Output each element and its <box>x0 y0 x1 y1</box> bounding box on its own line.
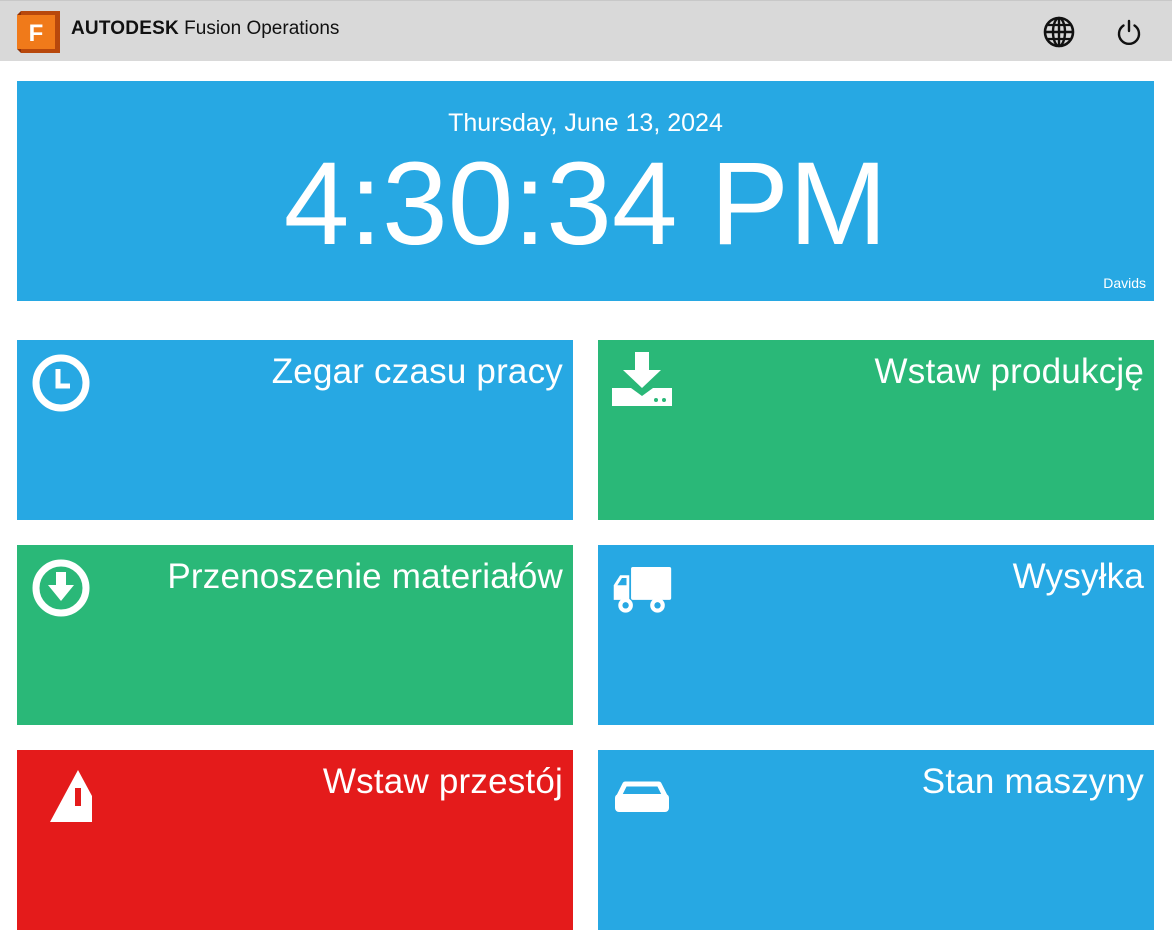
fusion-logo-icon: F <box>17 11 60 53</box>
logout-button[interactable] <box>1112 15 1146 49</box>
tile-label: Przenoszenie materiałów <box>167 557 563 596</box>
download-tray-icon <box>612 352 672 406</box>
brand-name: AUTODESK <box>71 18 179 39</box>
clock-icon <box>32 354 90 412</box>
tile-material-transfer[interactable]: Przenoszenie materiałów <box>17 545 573 725</box>
warning-icon <box>50 770 92 822</box>
app-title: AUTODESK Fusion Operations <box>71 18 339 40</box>
tile-label: Stan maszyny <box>921 762 1144 801</box>
user-name: Davids <box>1103 275 1146 291</box>
tile-insert-production[interactable]: Wstaw produkcję <box>598 340 1154 520</box>
tile-insert-downtime[interactable]: Wstaw przestój <box>17 750 573 930</box>
car-icon <box>615 781 669 812</box>
power-icon <box>1117 19 1141 46</box>
truck-icon <box>613 567 672 613</box>
top-bar: F AUTODESK Fusion Operations <box>0 0 1172 61</box>
tile-shipping[interactable]: Wysyłka <box>598 545 1154 725</box>
current-time: 4:30:34 PM <box>283 138 888 270</box>
arrow-down-circle-icon <box>32 559 90 617</box>
tile-time-clock[interactable]: Zegar czasu pracy <box>17 340 573 520</box>
current-date: Thursday, June 13, 2024 <box>448 109 723 137</box>
product-name: Fusion Operations <box>184 18 340 39</box>
globe-icon <box>1043 16 1075 48</box>
clock-panel: Thursday, June 13, 2024 4:30:34 PM David… <box>17 81 1154 301</box>
language-button[interactable] <box>1042 15 1076 49</box>
tile-label: Wstaw produkcję <box>874 352 1144 391</box>
tile-label: Zegar czasu pracy <box>271 352 563 391</box>
tile-label: Wysyłka <box>1012 557 1144 596</box>
tile-label: Wstaw przestój <box>322 762 563 801</box>
logo-letter: F <box>29 20 44 47</box>
tile-machine-status[interactable]: Stan maszyny <box>598 750 1154 930</box>
